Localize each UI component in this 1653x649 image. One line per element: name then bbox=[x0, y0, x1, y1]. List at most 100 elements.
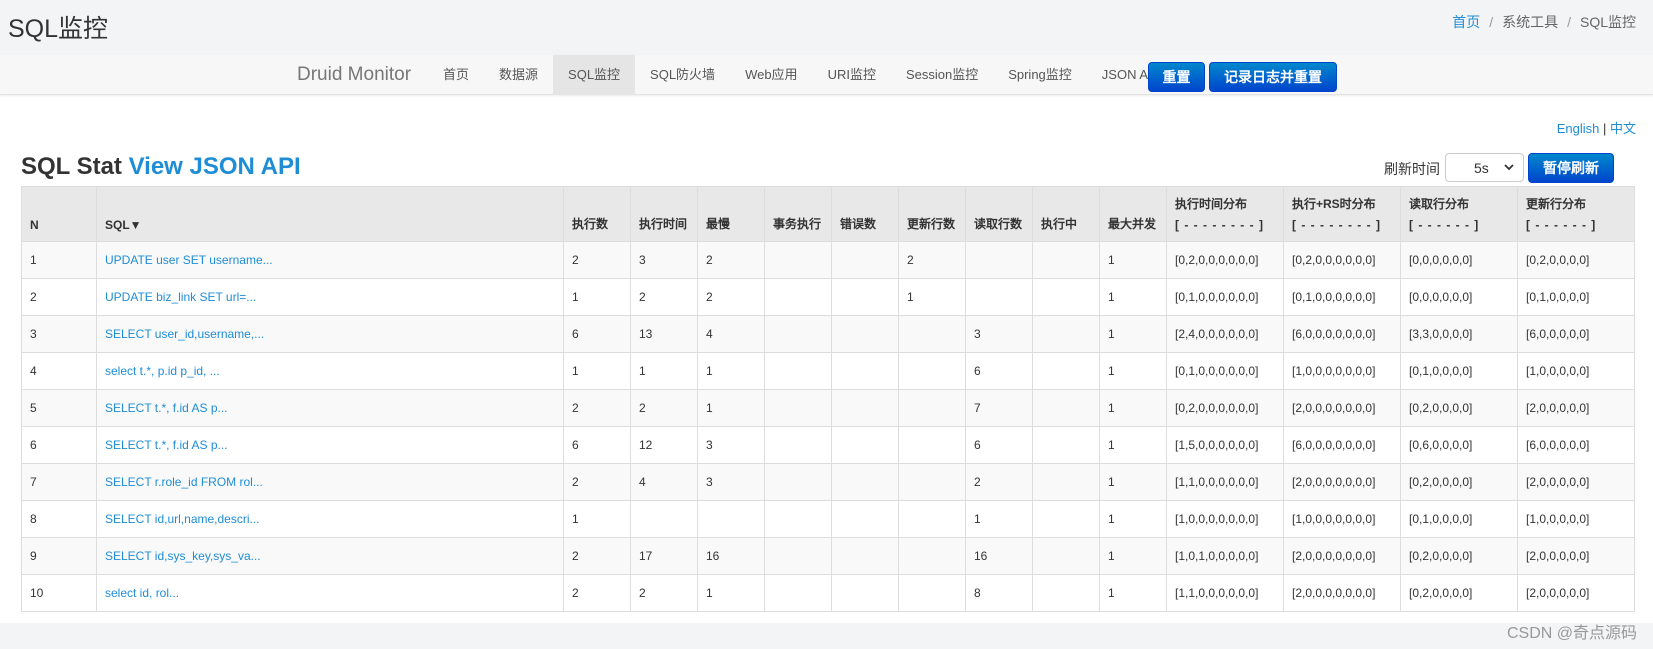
cell-update-hist: [0,1,0,0,0,0] bbox=[1517, 278, 1635, 316]
sql-detail-link[interactable]: SELECT user_id,username,... bbox=[105, 327, 264, 341]
col-header-fetch-rows[interactable]: 读取行数 bbox=[965, 186, 1033, 242]
col-header-error-count[interactable]: 错误数 bbox=[831, 186, 899, 242]
cell-sql: UPDATE user SET username... bbox=[96, 241, 564, 279]
sql-detail-link[interactable]: SELECT id,url,name,descri... bbox=[105, 512, 260, 526]
breadcrumb-home-link[interactable]: 首页 bbox=[1452, 12, 1480, 32]
nav-item-sql-firewall[interactable]: SQL防火墙 bbox=[635, 55, 730, 95]
bottom-strip bbox=[0, 623, 1653, 649]
sql-detail-link[interactable]: SELECT t.*, f.id AS p... bbox=[105, 438, 228, 452]
cell-n: 8 bbox=[21, 500, 97, 538]
cell-n: 1 bbox=[21, 241, 97, 279]
cell-max-concurrent: 1 bbox=[1099, 537, 1167, 575]
cell-update-hist: [6,0,0,0,0,0] bbox=[1517, 315, 1635, 353]
nav-item-datasource[interactable]: 数据源 bbox=[484, 55, 553, 95]
sql-detail-link[interactable]: UPDATE user SET username... bbox=[105, 253, 273, 267]
cell-exec-time: 13 bbox=[630, 315, 698, 353]
cell-fetch-hist: [0,2,0,0,0,0] bbox=[1400, 389, 1518, 427]
cell-update-rows: 1 bbox=[898, 278, 966, 316]
cell-exec-count: 6 bbox=[563, 426, 631, 464]
cell-update-hist: [1,0,0,0,0,0] bbox=[1517, 352, 1635, 390]
log-and-reset-button[interactable]: 记录日志并重置 bbox=[1209, 62, 1337, 92]
col-header-update-hist[interactable]: 更新行分布 [ - - - - - - ] bbox=[1517, 186, 1635, 242]
cell-exec-count: 6 bbox=[563, 315, 631, 353]
cell-slowest: 2 bbox=[697, 278, 765, 316]
cell-update-rows: 2 bbox=[898, 241, 966, 279]
col-header-running[interactable]: 执行中 bbox=[1032, 186, 1100, 242]
top-header: SQL监控 首页 / 系统工具 / SQL监控 bbox=[0, 0, 1653, 55]
cell-exec-rs-hist: [0,1,0,0,0,0,0,0] bbox=[1283, 278, 1401, 316]
col-header-exec-rs-hist[interactable]: 执行+RS时分布 [ - - - - - - - - ] bbox=[1283, 186, 1401, 242]
sql-detail-link[interactable]: select id, rol... bbox=[105, 586, 179, 600]
col-header-sql[interactable]: SQL▼ bbox=[96, 186, 564, 242]
col-header-fetch-hist[interactable]: 读取行分布 [ - - - - - - ] bbox=[1400, 186, 1518, 242]
cell-n: 9 bbox=[21, 537, 97, 575]
cell-max-concurrent: 1 bbox=[1099, 315, 1167, 353]
cell-update-rows bbox=[898, 574, 966, 612]
pause-refresh-button[interactable]: 暂停刷新 bbox=[1528, 153, 1614, 183]
lang-english-link[interactable]: English bbox=[1557, 121, 1600, 136]
cell-error-count bbox=[831, 537, 899, 575]
cell-n: 5 bbox=[21, 389, 97, 427]
cell-update-rows bbox=[898, 463, 966, 501]
breadcrumb-separator: / bbox=[1567, 14, 1571, 30]
cell-fetch-hist: [0,0,0,0,0,0] bbox=[1400, 241, 1518, 279]
sql-detail-link[interactable]: SELECT id,sys_key,sys_va... bbox=[105, 549, 261, 563]
cell-exec-time: 3 bbox=[630, 241, 698, 279]
col-header-n[interactable]: N bbox=[21, 186, 97, 242]
col-header-max-concurrent[interactable]: 最大并发 bbox=[1099, 186, 1167, 242]
cell-error-count bbox=[831, 352, 899, 390]
cell-exec-hist: [0,1,0,0,0,0,0,0] bbox=[1166, 278, 1284, 316]
cell-slowest: 1 bbox=[697, 352, 765, 390]
cell-update-hist: [2,0,0,0,0,0] bbox=[1517, 574, 1635, 612]
cell-update-hist: [2,0,0,0,0,0] bbox=[1517, 389, 1635, 427]
nav-item-sql[interactable]: SQL监控 bbox=[553, 55, 636, 95]
nav-item-web-app[interactable]: Web应用 bbox=[730, 55, 813, 95]
brand-druid-monitor[interactable]: Druid Monitor bbox=[297, 64, 411, 86]
cell-exec-time: 2 bbox=[630, 389, 698, 427]
cell-n: 2 bbox=[21, 278, 97, 316]
cell-slowest: 2 bbox=[697, 241, 765, 279]
table-header-row: N SQL▼ 执行数 执行时间 最慢 事务执行 错误数 更新行数 读取行数 执行… bbox=[21, 186, 1635, 242]
col-header-exec-count[interactable]: 执行数 bbox=[563, 186, 631, 242]
table-row: 2 UPDATE biz_link SET url=... 1 2 2 1 1 [0,1,0,… bbox=[21, 278, 1635, 316]
nav-item-session[interactable]: Session监控 bbox=[891, 55, 993, 95]
cell-exec-hist: [1,5,0,0,0,0,0,0] bbox=[1166, 426, 1284, 464]
view-json-api-link[interactable]: View JSON API bbox=[129, 153, 301, 180]
cell-sql: SELECT id,sys_key,sys_va... bbox=[96, 537, 564, 575]
col-header-txn-exec[interactable]: 事务执行 bbox=[764, 186, 832, 242]
nav-item-home[interactable]: 首页 bbox=[428, 55, 484, 95]
cell-txn-exec bbox=[764, 537, 832, 575]
cell-exec-hist: [1,1,0,0,0,0,0,0] bbox=[1166, 574, 1284, 612]
cell-exec-count: 2 bbox=[563, 241, 631, 279]
cell-fetch-rows: 2 bbox=[965, 463, 1033, 501]
cell-fetch-rows: 7 bbox=[965, 389, 1033, 427]
sql-detail-link[interactable]: SELECT t.*, f.id AS p... bbox=[105, 401, 228, 415]
col-header-fetch-hist-label: 读取行分布 bbox=[1409, 197, 1470, 211]
sql-detail-link[interactable]: UPDATE biz_link SET url=... bbox=[105, 290, 256, 304]
col-header-exec-time[interactable]: 执行时间 bbox=[630, 186, 698, 242]
cell-error-count bbox=[831, 574, 899, 612]
col-header-slowest[interactable]: 最慢 bbox=[697, 186, 765, 242]
cell-txn-exec bbox=[764, 463, 832, 501]
cell-max-concurrent: 1 bbox=[1099, 426, 1167, 464]
cell-running bbox=[1032, 500, 1100, 538]
cell-exec-hist: [1,0,0,0,0,0,0,0] bbox=[1166, 500, 1284, 538]
breadcrumb-current: SQL监控 bbox=[1579, 14, 1636, 30]
cell-exec-count: 2 bbox=[563, 574, 631, 612]
cell-update-hist: [1,0,0,0,0,0] bbox=[1517, 500, 1635, 538]
col-header-update-rows[interactable]: 更新行数 bbox=[898, 186, 966, 242]
cell-exec-rs-hist: [0,2,0,0,0,0,0,0] bbox=[1283, 241, 1401, 279]
col-header-exec-hist[interactable]: 执行时间分布 [ - - - - - - - - ] bbox=[1166, 186, 1284, 242]
refresh-interval-select[interactable]: 5s bbox=[1445, 153, 1524, 182]
cell-max-concurrent: 1 bbox=[1099, 278, 1167, 316]
nav-item-uri[interactable]: URI监控 bbox=[813, 55, 891, 95]
sql-detail-link[interactable]: select t.*, p.id p_id, ... bbox=[105, 364, 220, 378]
cell-running bbox=[1032, 537, 1100, 575]
lang-chinese-link[interactable]: 中文 bbox=[1610, 121, 1636, 136]
reset-button[interactable]: 重置 bbox=[1148, 62, 1205, 92]
cell-running bbox=[1032, 426, 1100, 464]
cell-sql: SELECT user_id,username,... bbox=[96, 315, 564, 353]
sql-detail-link[interactable]: SELECT r.role_id FROM rol... bbox=[105, 475, 263, 489]
nav-item-spring[interactable]: Spring监控 bbox=[993, 55, 1087, 95]
cell-fetch-rows bbox=[965, 241, 1033, 279]
